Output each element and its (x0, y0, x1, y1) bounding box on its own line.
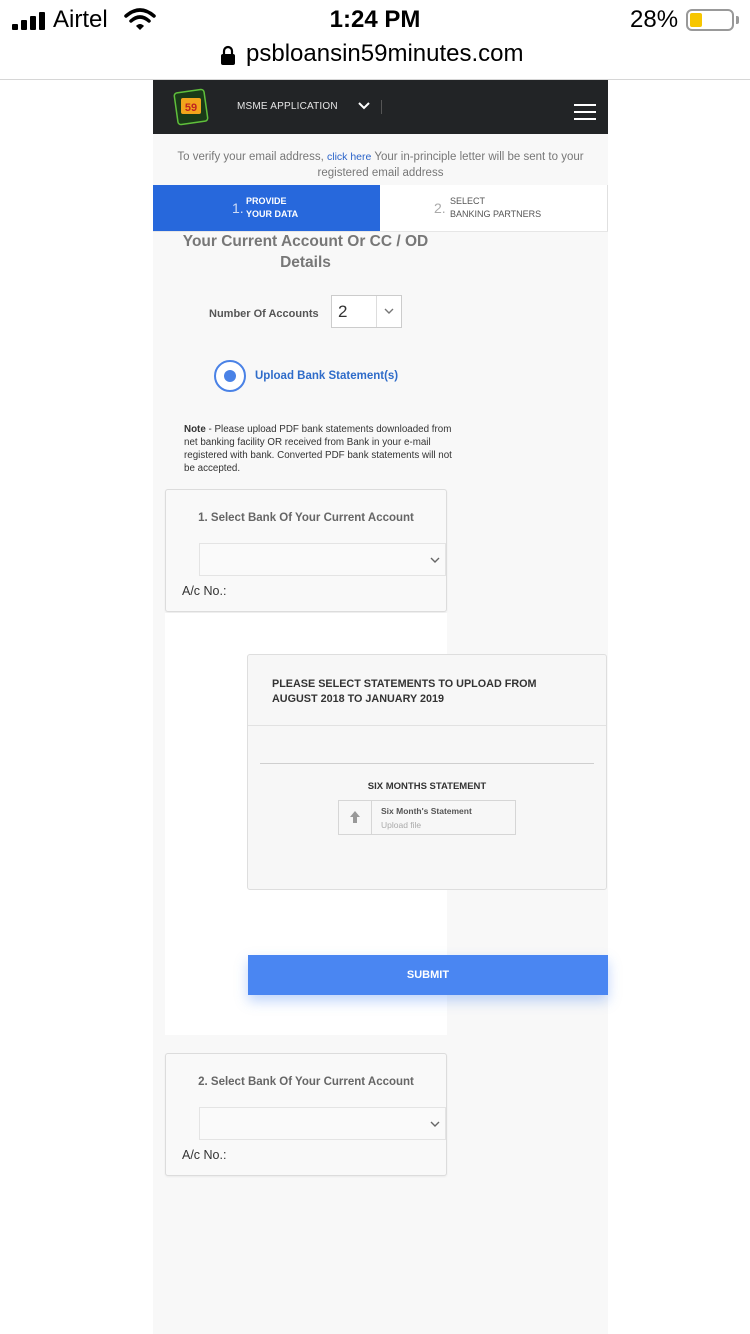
bank-card-title: 1. Select Bank Of Your Current Account (198, 512, 414, 524)
upload-button[interactable] (339, 801, 372, 834)
bank-select[interactable] (199, 1107, 446, 1140)
step-number: 2. (434, 200, 446, 216)
six-months-heading: SIX MONTHS STATEMENT (367, 781, 487, 792)
web-page: 59 MSME APPLICATION To verify your email… (153, 80, 608, 1334)
upload-statement-label[interactable]: Upload Bank Statement(s) (255, 370, 398, 382)
section-title: Your Current Account Or CC / OD Details (182, 233, 429, 271)
chevron-down-icon (430, 557, 440, 563)
battery-tip (736, 16, 739, 24)
step-select-banking-partners[interactable]: 2. SELECT BANKING PARTNERS (380, 185, 608, 231)
upload-note: Note - Please upload PDF bank statements… (184, 424, 452, 474)
battery-icon (686, 9, 734, 31)
upload-statement-radio[interactable] (214, 360, 246, 392)
statement-upload-card: PLEASE SELECT STATEMENTS TO UPLOAD FROM … (247, 654, 607, 890)
upload-arrow-icon (350, 811, 360, 823)
nav-divider (381, 100, 382, 114)
address-bar[interactable]: psbloansin59minutes.com (0, 40, 750, 80)
divider (260, 763, 594, 764)
chevron-down-icon[interactable] (357, 100, 371, 112)
upload-card-header: PLEASE SELECT STATEMENTS TO UPLOAD FROM … (248, 655, 606, 726)
verify-email-link[interactable]: click here (327, 151, 371, 163)
select-value: 2 (338, 302, 348, 321)
lock-icon (221, 45, 235, 65)
account-number-label: A/c No.: (182, 1148, 227, 1162)
chevron-down-icon (430, 1121, 440, 1127)
step-number: 1. (232, 200, 244, 216)
battery-percent: 28% (630, 6, 679, 33)
application-dropdown-label[interactable]: MSME APPLICATION (237, 101, 338, 112)
file-name: Six Month's Statement (381, 806, 472, 816)
url-text[interactable]: psbloansin59minutes.com (246, 40, 524, 68)
bank-select[interactable] (199, 543, 446, 576)
step-label: SELECT BANKING PARTNERS (450, 196, 542, 219)
submit-button[interactable]: SUBMIT (248, 955, 608, 995)
email-verify-notice: To verify your email address, click here… (153, 149, 608, 181)
hamburger-menu-icon[interactable] (574, 104, 596, 122)
verify-prefix: To verify your email address, (177, 151, 324, 163)
number-of-accounts-select[interactable]: 2 (331, 295, 402, 328)
status-bar: Airtel 1:24 PM 28% (0, 0, 750, 40)
bank-card-1: 1. Select Bank Of Your Current Account A… (165, 489, 447, 612)
psb59-logo[interactable]: 59 (173, 88, 209, 126)
step-provide-data[interactable]: 1. PROVIDE YOUR DATA (153, 185, 380, 231)
account-number-label: A/c No.: (182, 584, 227, 598)
progress-steps: 1. PROVIDE YOUR DATA 2. SELECT BANKING PAR… (153, 185, 608, 232)
bank-card-2: 2. Select Bank Of Your Current Account A… (165, 1053, 447, 1176)
file-hint: Upload file (381, 820, 422, 830)
chevron-down-icon (384, 308, 394, 314)
top-navbar: 59 MSME APPLICATION (153, 80, 608, 134)
bank-card-title: 2. Select Bank Of Your Current Account (198, 1076, 414, 1088)
upload-heading: PLEASE SELECT STATEMENTS TO UPLOAD FROM … (272, 678, 537, 705)
svg-text:59: 59 (185, 102, 197, 114)
file-upload-field[interactable]: Six Month's Statement Upload file (338, 800, 516, 835)
step-label: PROVIDE YOUR DATA (246, 196, 299, 219)
number-of-accounts-label: Number Of Accounts (209, 308, 319, 320)
